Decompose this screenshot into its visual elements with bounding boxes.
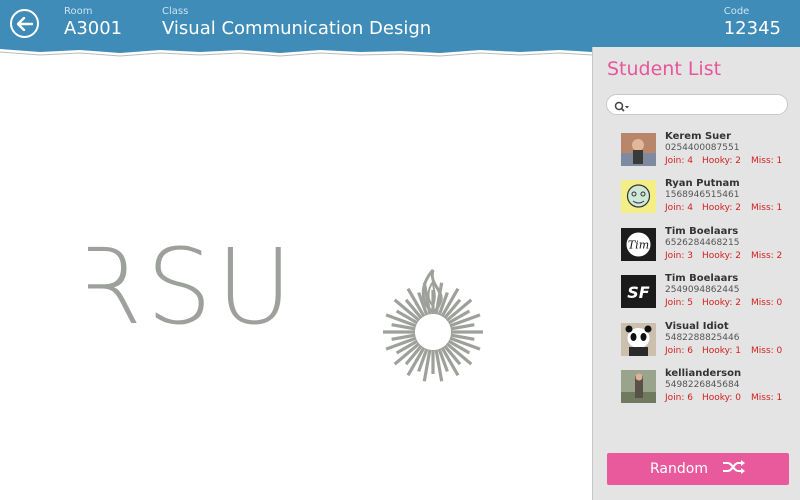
hooky-count: Hooky: 2 <box>702 298 741 309</box>
code-label: Code <box>723 6 750 17</box>
canvas-area: RSU <box>0 47 592 500</box>
avatar <box>621 369 656 403</box>
top-bar: Room A3001 Class Visual Communication De… <box>0 0 800 47</box>
student-list-panel: Student List Kerem Suer 0254400087551 Join… <box>592 47 800 500</box>
room-label: Room <box>64 6 93 17</box>
miss-count: Miss: 0 <box>751 298 783 309</box>
avatar <box>621 180 656 214</box>
flame-emblem-icon <box>383 269 483 382</box>
student-name: kellianderson <box>665 367 742 379</box>
miss-count: Miss: 0 <box>751 345 783 356</box>
class-field: Class Visual Communication Design <box>162 6 431 40</box>
join-count: Join: 4 <box>665 203 693 214</box>
panel-title: Student List <box>607 58 722 80</box>
join-count: Join: 3 <box>665 250 693 261</box>
hooky-count: Hooky: 0 <box>702 392 741 403</box>
search-input[interactable] <box>606 94 788 115</box>
hooky-count: Hooky: 2 <box>702 250 741 261</box>
svg-text:SF: SF <box>627 283 650 302</box>
student-list-item[interactable]: SF Tim Boelaars 2549094862445 Join: 5 Hooky:… <box>621 273 793 320</box>
student-list-item[interactable]: Visual Idiot 5482288825446 Join: 6 Hooky: 1… <box>621 321 793 368</box>
student-name: Kerem Suer <box>665 131 732 142</box>
arrow-left-icon <box>16 16 33 31</box>
student-code: 0254400087551 <box>665 143 740 153</box>
student-code: 1568946515461 <box>665 190 740 201</box>
rsu-logo-text: RSU <box>88 237 296 348</box>
svg-text:Tim: Tim <box>628 238 649 251</box>
student-list-item[interactable]: kellianderson 5498226845684 Join: 6 Hooky: … <box>621 368 793 415</box>
random-button-label: Random <box>650 461 708 477</box>
app-window: Room A3001 Class Visual Communication De… <box>0 0 800 500</box>
join-count: Join: 4 <box>665 156 693 166</box>
search-icon <box>614 98 630 117</box>
room-value: A3001 <box>64 18 123 39</box>
student-list: Kerem Suer 0254400087551 Join: 4 Hooky: 2 Mi… <box>621 131 793 415</box>
avatar <box>621 322 656 356</box>
class-label: Class <box>162 6 189 17</box>
rsu-logo: RSU <box>88 237 483 382</box>
student-code: 5498226845684 <box>665 379 740 390</box>
join-count: Join: 5 <box>665 298 693 309</box>
miss-count: Miss: 1 <box>751 392 783 403</box>
student-name: Ryan Putnam <box>665 178 740 190</box>
student-code: 2549094862445 <box>665 285 740 296</box>
avatar: Tim <box>621 227 656 261</box>
code-value: 12345 <box>723 18 781 39</box>
join-count: Join: 6 <box>665 392 693 403</box>
hooky-count: Hooky: 2 <box>702 203 741 214</box>
student-code: 5482288825446 <box>665 332 740 343</box>
student-list-item[interactable]: Kerem Suer 0254400087551 Join: 4 Hooky: 2 Mi… <box>621 131 793 178</box>
student-name: Visual Idiot <box>665 320 729 332</box>
join-count: Join: 6 <box>665 345 693 356</box>
shuffle-icon <box>722 460 746 478</box>
student-code: 6526284468215 <box>665 237 740 248</box>
miss-count: Miss: 2 <box>751 250 783 261</box>
miss-count: Miss: 1 <box>751 156 783 166</box>
class-value: Visual Communication Design <box>162 18 432 39</box>
room-field: Room A3001 <box>64 6 122 40</box>
hooky-count: Hooky: 1 <box>702 345 741 356</box>
student-name: Tim Boelaars <box>665 273 739 285</box>
student-list-item[interactable]: Tim Tim Boelaars 6526284468215 Join: 3 Hooky… <box>621 226 793 273</box>
hooky-count: Hooky: 2 <box>702 156 741 166</box>
avatar <box>621 133 656 166</box>
code-field: Code 12345 <box>724 6 781 40</box>
torn-paper-edge <box>0 47 592 57</box>
student-list-item[interactable]: Ryan Putnam 1568946515461 Join: 4 Hooky: 2 M… <box>621 178 793 225</box>
back-button[interactable] <box>10 9 39 38</box>
miss-count: Miss: 1 <box>751 203 783 214</box>
random-button[interactable]: Random <box>607 453 789 485</box>
student-name: Tim Boelaars <box>665 225 739 237</box>
avatar: SF <box>621 275 656 309</box>
